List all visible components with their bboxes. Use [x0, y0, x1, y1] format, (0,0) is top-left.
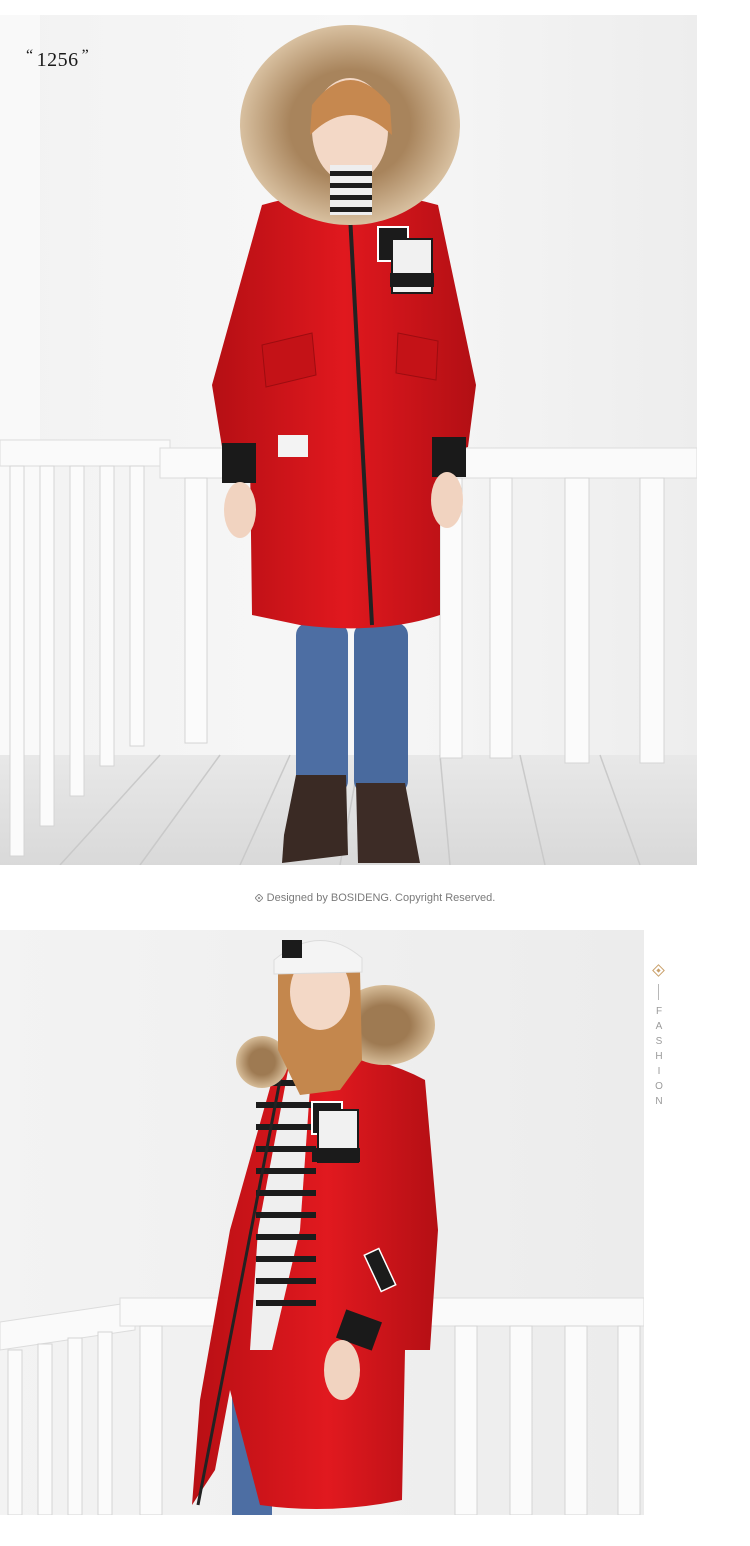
look-number: “1256” [26, 47, 89, 72]
fashion-side-label: FASHION [651, 964, 667, 1136]
open-quote-mark: “ [26, 47, 34, 64]
fashion-label-letter: I [657, 1066, 661, 1077]
product-photo-angle [0, 930, 644, 1515]
diamond-icon [652, 964, 665, 977]
look-number-value: 1256 [36, 49, 79, 71]
fashion-label-letter: S [655, 1036, 663, 1047]
model-front-illustration [0, 15, 697, 865]
brand-logo-icon [254, 894, 263, 902]
fashion-label-letter: O [655, 1081, 663, 1092]
fashion-label-letter: F [655, 1006, 663, 1017]
copyright-notice: Designed by BOSIDENG. Copyright Reserved… [0, 892, 750, 904]
fashion-label-text: FASHION [652, 1004, 666, 1109]
divider [658, 984, 659, 1000]
copyright-text: Designed by BOSIDENG. Copyright Reserved… [266, 892, 496, 904]
close-quote-mark: ” [81, 47, 90, 64]
fashion-label-letter: H [655, 1051, 663, 1062]
fashion-label-letter: N [655, 1096, 663, 1107]
fashion-label-letter: A [655, 1021, 663, 1032]
model-angle-illustration [0, 930, 644, 1515]
product-photo-front [0, 15, 697, 865]
